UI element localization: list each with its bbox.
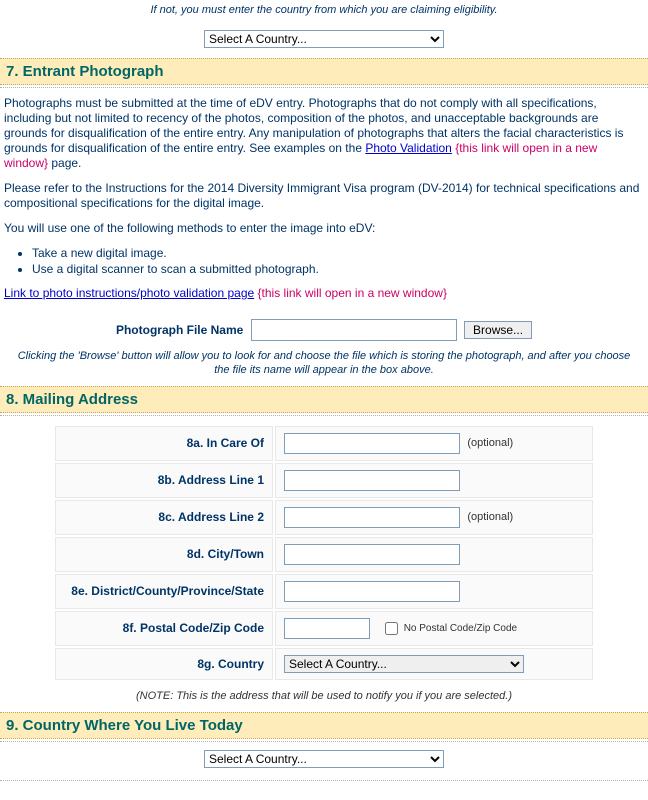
- photo-para-3: You will use one of the following method…: [4, 221, 644, 236]
- table-row: 8c. Address Line 2 (optional): [55, 500, 593, 535]
- photo-para-1: Photographs must be submitted at the tim…: [4, 96, 644, 171]
- list-item: Take a new digital image.: [32, 246, 644, 260]
- list-item: Use a digital scanner to scan a submitte…: [32, 262, 644, 276]
- photo-instructions-link[interactable]: Link to photo instructions/photo validat…: [4, 286, 254, 300]
- eligibility-country-select[interactable]: Select A Country...: [204, 30, 444, 48]
- mailing-address-table: 8a. In Care Of (optional) 8b. Address Li…: [53, 424, 595, 682]
- live-country-row: Select A Country...: [0, 744, 648, 778]
- in-care-of-input[interactable]: [284, 433, 460, 454]
- label-8c: 8c. Address Line 2: [55, 500, 273, 535]
- no-postal-code-label: No Postal Code/Zip Code: [404, 623, 517, 634]
- live-country-select[interactable]: Select A Country...: [204, 750, 444, 768]
- divider: [0, 415, 648, 416]
- divider: [0, 780, 648, 781]
- no-postal-code-checkbox[interactable]: [385, 622, 398, 635]
- city-town-input[interactable]: [284, 544, 460, 565]
- address-line-2-input[interactable]: [284, 507, 460, 528]
- optional-hint: (optional): [467, 511, 513, 523]
- table-row: 8a. In Care Of (optional): [55, 426, 593, 461]
- eligibility-country-row: Select A Country...: [0, 24, 648, 58]
- section-7-header: 7. Entrant Photograph: [0, 58, 648, 85]
- label-8d: 8d. City/Town: [55, 537, 273, 572]
- table-row: 8g. Country Select A Country...: [55, 648, 593, 680]
- browse-button[interactable]: Browse...: [464, 321, 532, 339]
- new-window-hint: {this link will open in a new window}: [258, 286, 447, 300]
- optional-hint: (optional): [467, 437, 513, 449]
- label-8a: 8a. In Care Of: [55, 426, 273, 461]
- address-line-1-input[interactable]: [284, 470, 460, 491]
- photo-para-2: Please refer to the Instructions for the…: [4, 181, 644, 211]
- text: page.: [48, 156, 81, 170]
- divider: [0, 741, 648, 742]
- photo-instructions-link-row: Link to photo instructions/photo validat…: [4, 286, 644, 301]
- label-8g: 8g. Country: [55, 648, 273, 680]
- eligibility-note: If not, you must enter the country from …: [0, 0, 648, 24]
- photo-methods-list: Take a new digital image. Use a digital …: [4, 246, 644, 276]
- label-8f: 8f. Postal Code/Zip Code: [55, 611, 273, 646]
- table-row: 8b. Address Line 1: [55, 463, 593, 498]
- table-row: 8f. Postal Code/Zip Code No Postal Code/…: [55, 611, 593, 646]
- browse-hint: Clicking the 'Browse' button will allow …: [0, 345, 648, 386]
- photo-file-input[interactable]: [251, 319, 457, 341]
- label-8e: 8e. District/County/Province/State: [55, 574, 273, 609]
- mailing-country-select[interactable]: Select A Country...: [284, 655, 524, 673]
- section-8-header: 8. Mailing Address: [0, 386, 648, 413]
- table-row: 8d. City/Town: [55, 537, 593, 572]
- label-8b: 8b. Address Line 1: [55, 463, 273, 498]
- section-9-header: 9. Country Where You Live Today: [0, 712, 648, 739]
- divider: [0, 87, 648, 88]
- table-row: 8e. District/County/Province/State: [55, 574, 593, 609]
- mailing-address-note: (NOTE: This is the address that will be …: [0, 686, 648, 712]
- district-input[interactable]: [284, 581, 460, 602]
- section-7-body: Photographs must be submitted at the tim…: [0, 90, 648, 315]
- postal-code-input[interactable]: [284, 618, 370, 639]
- photo-file-row: Photograph File Name Browse...: [0, 315, 648, 345]
- photo-validation-link[interactable]: Photo Validation: [365, 141, 452, 155]
- photo-file-label: Photograph File Name: [116, 323, 243, 337]
